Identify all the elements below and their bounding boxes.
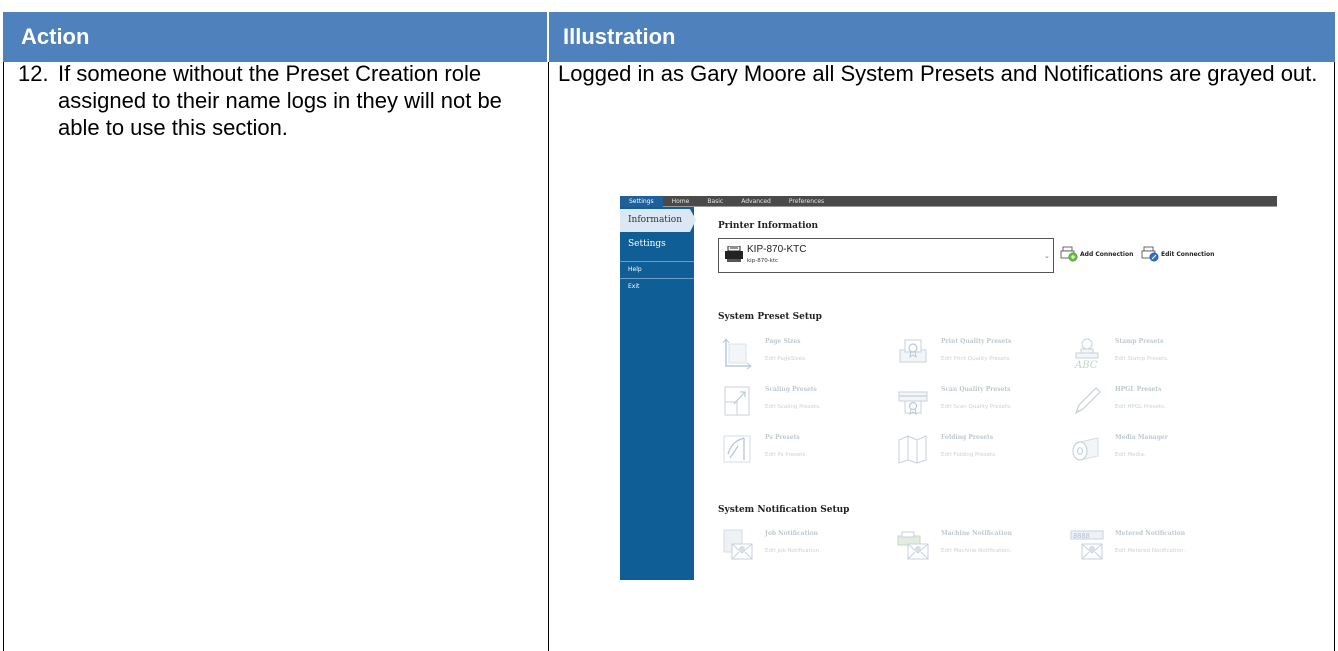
print-quality-icon [899,339,927,363]
app-tab-bar: Settings Home Basic Advanced Preferences [620,196,1277,207]
sidebar-divider [620,278,694,279]
tile-description: Edit Folding Presets. [941,452,997,458]
page-size-icon [722,338,752,370]
tile-description: Edit Scaling Presets. [765,404,821,410]
folding-icon [898,435,927,464]
pen-icon [1074,387,1101,415]
tile-title: Metered Notification [1115,530,1186,537]
tile-description: Edit Machine Notification. [941,548,1012,554]
tile-page-sizes[interactable]: Page Sizes Edit PageSizes. [720,334,890,374]
tile-title: Scan Quality Presets [941,386,1011,393]
printer-icon [725,246,743,262]
step-text: If someone without the Preset Creation r… [58,61,502,140]
tile-title: Job Notification [765,530,818,537]
header-action: Action [3,12,547,62]
stamp-icon: ABC [1074,338,1099,370]
tab-settings[interactable]: Settings [620,196,663,207]
add-connection-button[interactable]: Add Connection [1060,246,1133,262]
tile-machine-notification[interactable]: Machine Notification Edit Machine Notifi… [896,526,1066,566]
table-border-middle [548,62,549,651]
tab-home[interactable]: Home [663,196,699,207]
tile-description: Edit Media. [1115,452,1146,458]
add-connection-label: Add Connection [1080,250,1134,258]
add-connection-icon [1060,246,1078,262]
tile-print-quality-presets[interactable]: Print Quality Presets Edit Print Quality… [896,334,1066,374]
sidebar-selected-arrow [690,209,696,232]
table-border-right [1334,62,1335,651]
meter-counter: 8888 [1073,532,1090,540]
tile-hpgl-presets[interactable]: HPGL Presets Edit HPGL Presets. [1070,382,1240,422]
header-illustration: Illustration [549,12,1335,62]
tile-title: HPGL Presets [1115,386,1162,393]
machine-notification-icon [897,531,929,560]
chevron-down-icon[interactable]: ⌄ [1044,252,1050,260]
tile-description: Edit Ps Presets. [765,452,807,458]
tile-description: Edit Scan Quality Presets. [941,404,1012,410]
system-notification-setup-title: System Notification Setup [718,505,850,515]
tile-description: Edit Print Quality Presets. [941,356,1011,362]
tile-title: Media Manager [1115,434,1168,441]
sidebar-divider [620,261,694,262]
tile-title: Print Quality Presets [941,338,1012,345]
tile-scan-quality-presets[interactable]: Scan Quality Presets Edit Scan Quality P… [896,382,1066,422]
sidebar-item-exit[interactable]: Exit [620,283,694,290]
printer-host: kip-870-ktc [747,258,779,264]
table-border-left [3,62,4,651]
tile-ps-presets[interactable]: Ps Presets Edit Ps Presets. [720,430,890,470]
tab-advanced[interactable]: Advanced [732,196,780,207]
scaling-icon [724,386,750,416]
printer-select[interactable]: KIP-870-KTC kip-870-ktc ⌄ [718,238,1054,273]
illustration-caption: Logged in as Gary Moore all System Prese… [558,61,1318,86]
tile-title: Page Sizes [765,338,801,345]
metered-notification-icon: 8888 [1070,530,1104,560]
tile-description: Edit PageSizes. [765,356,807,362]
printer-information-title: Printer Information [718,221,819,231]
tile-job-notification[interactable]: Job Notification Edit Job Notification. [720,526,890,566]
tile-title: Scaling Presets [765,386,817,393]
system-preset-setup-title: System Preset Setup [718,312,822,322]
scan-quality-icon [898,391,928,416]
tile-description: Edit Stamp Presets. [1115,356,1169,362]
tile-description: Edit HPGL Presets. [1115,404,1166,410]
media-roll-icon [1072,437,1099,461]
app-screenshot: Settings Home Basic Advanced Preferences… [620,196,1277,580]
tab-preferences[interactable]: Preferences [780,196,833,207]
sidebar-item-information[interactable]: Information [620,209,690,232]
tile-media-manager[interactable]: Media Manager Edit Media. [1070,430,1240,470]
tab-basic[interactable]: Basic [698,196,732,207]
tile-title: Folding Presets [941,434,994,441]
tile-folding-presets[interactable]: Folding Presets Edit Folding Presets. [896,430,1066,470]
sidebar-item-help[interactable]: Help [620,266,694,273]
edit-connection-label: Edit Connection [1161,250,1215,258]
svg-text:ABC: ABC [1074,360,1098,370]
sidebar-item-settings[interactable]: Settings [620,239,694,249]
tile-title: Ps Presets [765,434,800,441]
tile-metered-notification[interactable]: 8888 Metered Notification Edit Metered N… [1070,526,1240,566]
tile-description: Edit Job Notification. [765,548,821,554]
ps-icon [723,435,751,463]
tile-stamp-presets[interactable]: ABC Stamp Presets Edit Stamp Presets. [1070,334,1240,374]
tile-scaling-presets[interactable]: Scaling Presets Edit Scaling Presets. [720,382,890,422]
tile-title: Stamp Presets [1115,338,1164,345]
app-sidebar: Information Settings Help Exit [620,207,696,580]
job-notification-icon [723,529,753,560]
tile-title: Machine Notification [941,530,1012,537]
printer-name: KIP-870-KTC [747,244,807,255]
edit-connection-button[interactable]: Edit Connection [1141,246,1214,262]
tile-description: Edit Metered Notification. [1115,548,1186,554]
step-number: 12. [18,61,49,86]
edit-connection-icon [1141,246,1159,262]
